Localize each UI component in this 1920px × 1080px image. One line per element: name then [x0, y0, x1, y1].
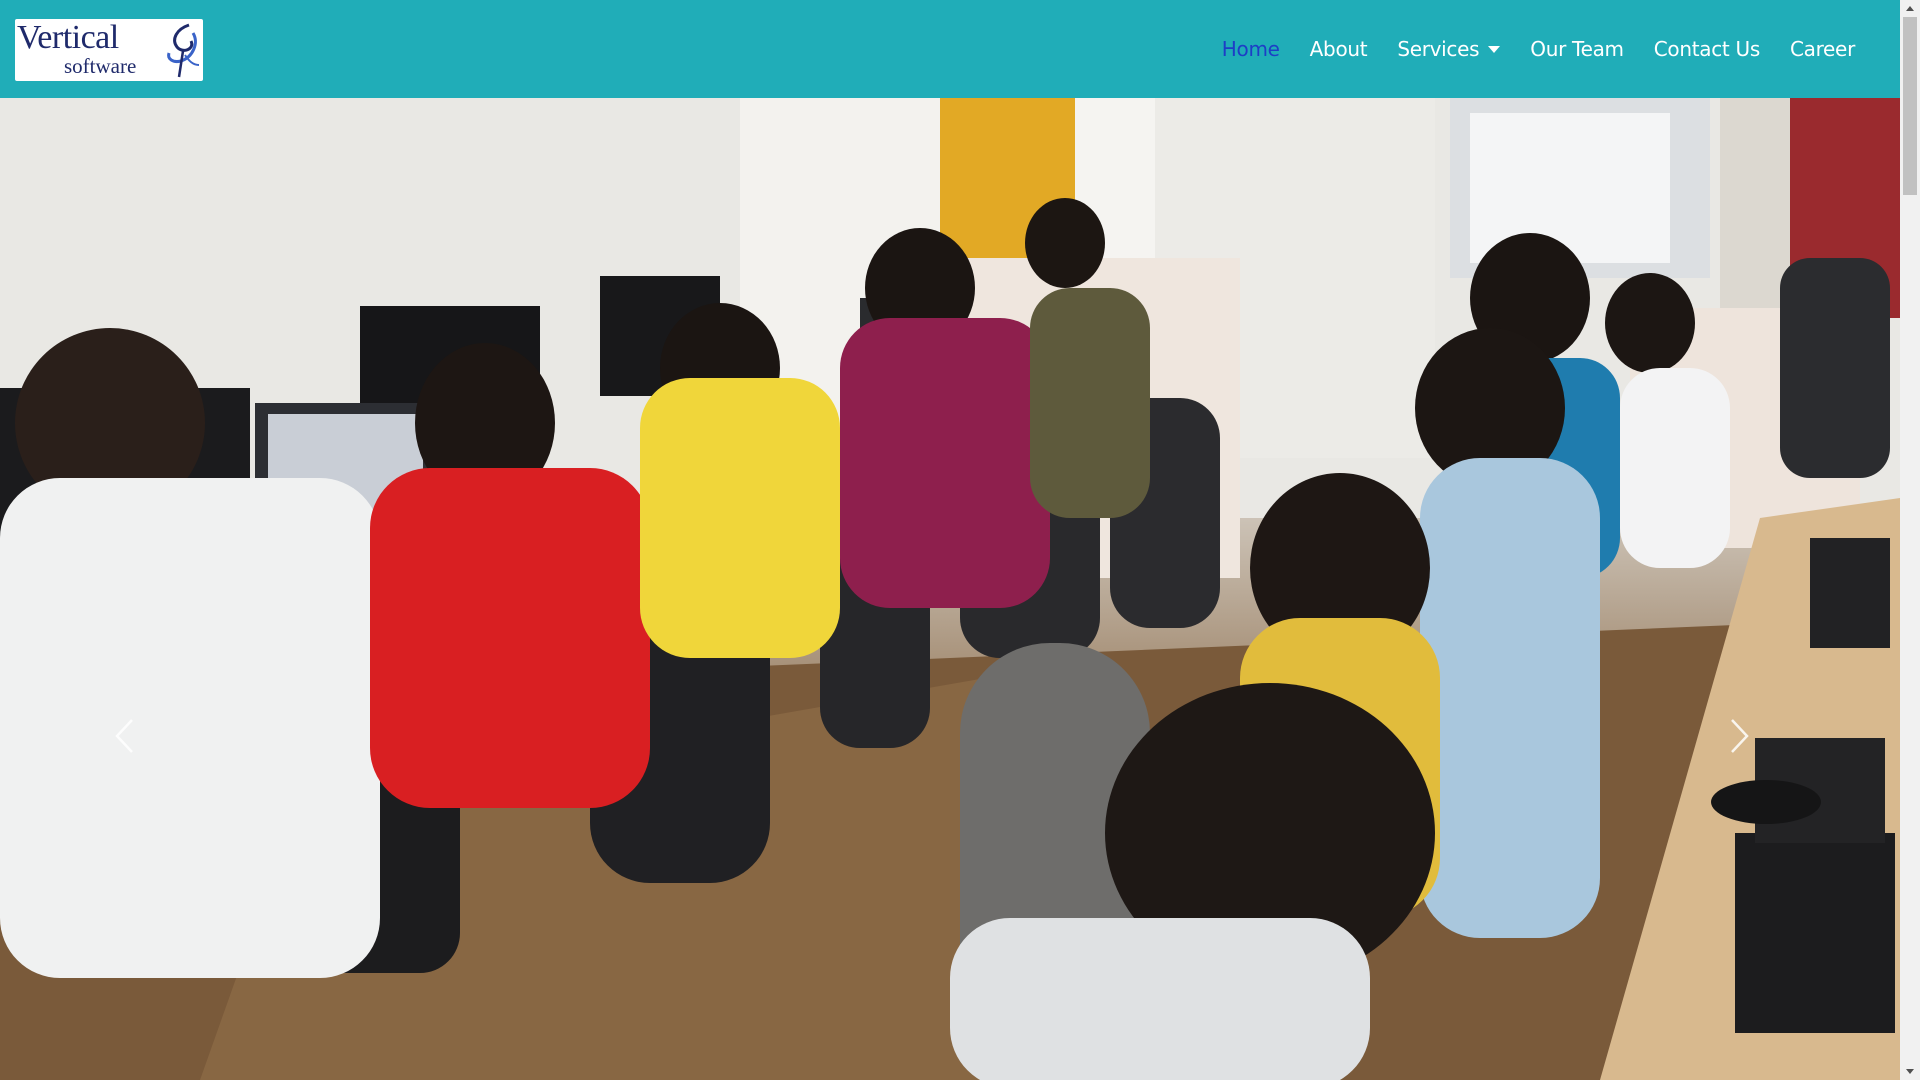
- nav-contact-us[interactable]: Contact Us: [1639, 37, 1775, 61]
- triangle-up-icon: [1906, 6, 1914, 11]
- scroll-down-arrow[interactable]: [1900, 1063, 1920, 1080]
- office-photo: [0, 98, 1900, 1080]
- nav-links: Home About Services Our Team Contact Us …: [1207, 0, 1870, 98]
- page-scrollbar[interactable]: [1900, 0, 1920, 1080]
- brand-name-line2: software: [64, 54, 137, 78]
- chevron-left-icon: [115, 719, 133, 753]
- scrollbar-thumb[interactable]: [1903, 17, 1917, 195]
- nav-services-dropdown[interactable]: Services: [1382, 37, 1515, 61]
- nav-career[interactable]: Career: [1775, 37, 1870, 61]
- nav-our-team-label: Our Team: [1530, 37, 1624, 61]
- nav-career-label: Career: [1789, 37, 1855, 61]
- swirl-logo-icon: [167, 23, 200, 78]
- nav-about-label: About: [1309, 37, 1368, 61]
- nav-home-label: Home: [1221, 37, 1280, 61]
- nav-services-label: Services: [1397, 37, 1480, 61]
- triangle-down-icon: [1906, 1069, 1914, 1074]
- carousel-next-button[interactable]: [1728, 716, 1788, 836]
- carousel-prev-button[interactable]: [112, 716, 172, 836]
- brand-name-line1: Vertical: [17, 19, 119, 56]
- caret-down-icon: [1488, 45, 1501, 53]
- scroll-up-arrow[interactable]: [1900, 0, 1920, 17]
- nav-our-team[interactable]: Our Team: [1515, 37, 1638, 61]
- brand-logo[interactable]: Vertical software: [15, 19, 203, 81]
- hero-carousel: [0, 98, 1900, 1080]
- top-navbar: Vertical software Home About Services Ou…: [0, 0, 1900, 98]
- nav-about[interactable]: About: [1295, 37, 1383, 61]
- nav-home[interactable]: Home: [1207, 37, 1295, 61]
- nav-contact-us-label: Contact Us: [1653, 37, 1761, 61]
- chevron-right-icon: [1731, 719, 1749, 753]
